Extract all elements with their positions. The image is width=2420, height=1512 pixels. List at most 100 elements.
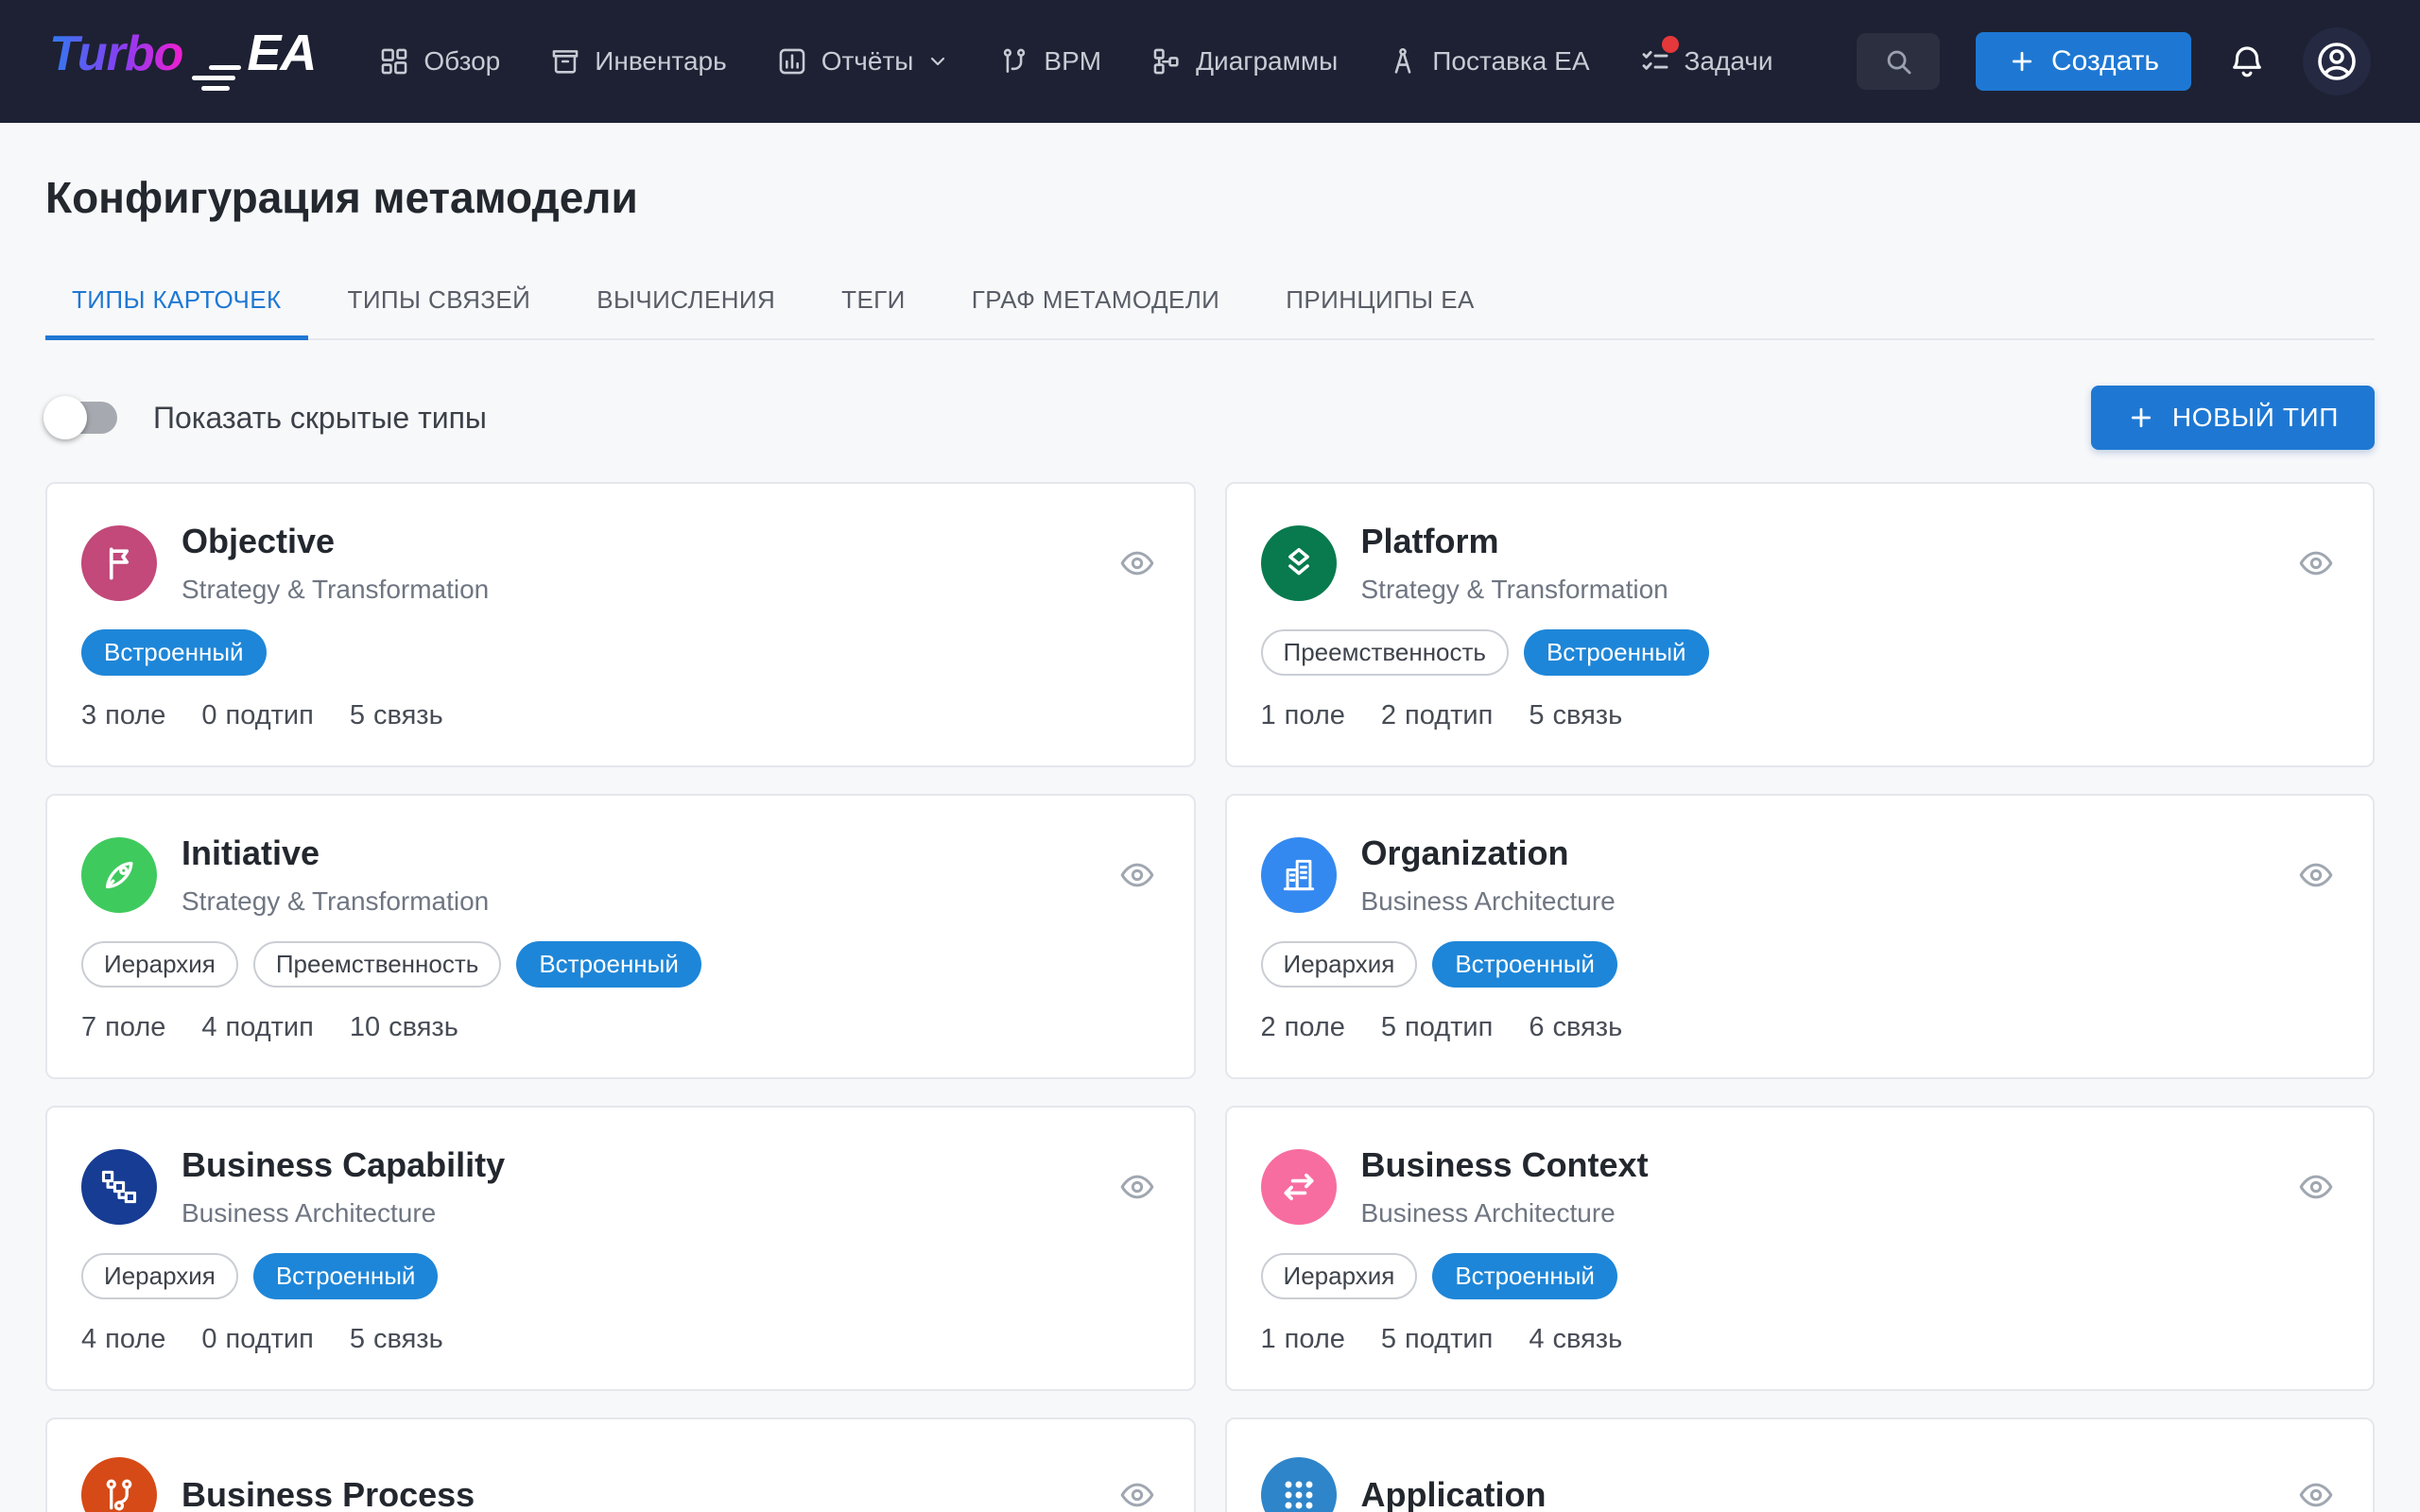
orgchart-icon bbox=[81, 1149, 157, 1225]
page-title: Конфигурация метамодели bbox=[45, 123, 2375, 223]
visibility-button[interactable] bbox=[1118, 1476, 1156, 1512]
stat-item: 4подтип bbox=[201, 1012, 313, 1043]
card-subtitle: Strategy & Transformation bbox=[1361, 575, 1668, 605]
card-title: Application bbox=[1361, 1475, 1547, 1512]
nav-item-label: Инвентарь bbox=[595, 46, 726, 77]
show-hidden-types-toggle[interactable] bbox=[45, 395, 125, 440]
nav-item-reports[interactable]: Отчёты bbox=[776, 45, 950, 77]
stat-item: 7поле bbox=[81, 1012, 165, 1043]
search-button[interactable] bbox=[1857, 33, 1940, 90]
tab-tags[interactable]: ТЕГИ bbox=[815, 266, 932, 340]
notifications-button[interactable] bbox=[2227, 42, 2267, 81]
archive-icon bbox=[549, 45, 581, 77]
flag-icon bbox=[81, 525, 157, 601]
card-badges: ПреемственностьВстроенный bbox=[1261, 629, 2336, 676]
badge: Иерархия bbox=[81, 1253, 238, 1299]
eye-icon bbox=[2297, 1168, 2335, 1206]
report-icon bbox=[776, 45, 808, 77]
stat-item: 2подтип bbox=[1381, 700, 1493, 731]
arrows-icon bbox=[1261, 1149, 1337, 1225]
badge: Встроенный bbox=[1524, 629, 1709, 676]
badge: Встроенный bbox=[1432, 1253, 1617, 1299]
card-subtitle: Strategy & Transformation bbox=[182, 886, 489, 917]
badge: Встроенный bbox=[253, 1253, 439, 1299]
card-subtitle: Business Architecture bbox=[1361, 1198, 1649, 1228]
stat-item: 10связь bbox=[350, 1012, 458, 1043]
nav-item-bpm[interactable]: BPM bbox=[998, 45, 1101, 77]
stat-item: 4связь bbox=[1529, 1324, 1622, 1355]
visibility-button[interactable] bbox=[1118, 1168, 1156, 1206]
stat-item: 1поле bbox=[1261, 700, 1345, 731]
logo-speed-lines-icon bbox=[192, 65, 241, 91]
tab-ea-principles[interactable]: ПРИНЦИПЫ EA bbox=[1259, 266, 1500, 340]
account-icon bbox=[2314, 39, 2360, 84]
grid-dots-icon bbox=[1261, 1457, 1337, 1512]
account-button[interactable] bbox=[2303, 27, 2371, 95]
card-title: Initiative bbox=[182, 833, 489, 873]
nav-item-label: BPM bbox=[1044, 46, 1101, 77]
create-button[interactable]: Создать bbox=[1976, 32, 2191, 91]
stat-item: 5связь bbox=[350, 1324, 443, 1355]
card-title: Platform bbox=[1361, 522, 1668, 561]
tab-relation-types[interactable]: ТИПЫ СВЯЗЕЙ bbox=[321, 266, 558, 340]
card-title: Objective bbox=[182, 522, 489, 561]
logo-ea-text: EA bbox=[247, 24, 316, 82]
card-title: Business Capability bbox=[182, 1145, 505, 1185]
tab-metamodel-graph[interactable]: ГРАФ МЕТАМОДЕЛИ bbox=[945, 266, 1247, 340]
card-stats: 7поле 4подтип 10связь bbox=[81, 1012, 1156, 1043]
plus-icon bbox=[2127, 404, 2155, 432]
visibility-button[interactable] bbox=[1118, 544, 1156, 582]
eye-icon bbox=[2297, 544, 2335, 582]
card-badges: Встроенный bbox=[81, 629, 1156, 676]
stat-item: 5связь bbox=[350, 700, 443, 731]
visibility-button[interactable] bbox=[2297, 1476, 2335, 1512]
main-content: Конфигурация метамодели ТИПЫ КАРТОЧЕК ТИ… bbox=[0, 123, 2420, 1512]
main-navigation: Обзор Инвентарь Отчёты BPM Диаграммы Пос… bbox=[378, 45, 1838, 77]
card-type-card[interactable]: Business Process bbox=[45, 1418, 1196, 1512]
nav-item-tasks[interactable]: Задачи bbox=[1639, 45, 1773, 77]
card-type-card[interactable]: Platform Strategy & Transformation Преем… bbox=[1225, 482, 2376, 767]
visibility-button[interactable] bbox=[2297, 1168, 2335, 1206]
card-type-card[interactable]: Application bbox=[1225, 1418, 2376, 1512]
card-type-card[interactable]: Initiative Strategy & Transformation Иер… bbox=[45, 794, 1196, 1079]
card-type-card[interactable]: Organization Business Architecture Иерар… bbox=[1225, 794, 2376, 1079]
compass-icon bbox=[1387, 45, 1419, 77]
visibility-button[interactable] bbox=[2297, 856, 2335, 894]
card-stats: 1поле2подтип5связь bbox=[1261, 700, 2336, 731]
nav-item-label: Задачи bbox=[1685, 46, 1773, 77]
badge: Иерархия bbox=[1261, 941, 1418, 988]
badge: Встроенный bbox=[516, 941, 701, 988]
visibility-button[interactable] bbox=[2297, 544, 2335, 582]
stat-item: 5подтип bbox=[1381, 1324, 1493, 1355]
card-stats: 2поле5подтип6связь bbox=[1261, 1012, 2336, 1043]
card-type-card[interactable]: Objective Strategy & Transformation Встр… bbox=[45, 482, 1196, 767]
card-badges: ИерархияПреемственностьВстроенный bbox=[81, 941, 1156, 988]
stat-item: 4поле bbox=[81, 1324, 165, 1355]
nav-item-inventory[interactable]: Инвентарь bbox=[549, 45, 726, 77]
tab-card-types[interactable]: ТИПЫ КАРТОЧЕК bbox=[45, 266, 308, 340]
logo-turbo-text: Turbo bbox=[49, 26, 182, 82]
card-type-card[interactable]: Business Capability Business Architectur… bbox=[45, 1106, 1196, 1391]
nav-item-ea-delivery[interactable]: Поставка EA bbox=[1387, 45, 1589, 77]
tab-calculations[interactable]: ВЫЧИСЛЕНИЯ bbox=[570, 266, 802, 340]
badge: Иерархия bbox=[1261, 1253, 1418, 1299]
nav-item-diagrams[interactable]: Диаграммы bbox=[1150, 45, 1338, 77]
visibility-button[interactable] bbox=[1118, 856, 1156, 894]
card-stats: 1поле5подтип4связь bbox=[1261, 1324, 2336, 1355]
toggle-label: Показать скрытые типы bbox=[153, 401, 487, 436]
eye-icon bbox=[1118, 544, 1156, 582]
building-icon bbox=[1261, 837, 1337, 913]
nav-item-label: Отчёты bbox=[821, 46, 914, 77]
card-subtitle: Strategy & Transformation bbox=[182, 575, 489, 605]
new-type-button[interactable]: НОВЫЙ ТИП bbox=[2091, 386, 2375, 450]
route-icon bbox=[81, 1457, 157, 1512]
app-logo[interactable]: Turbo EA bbox=[49, 24, 316, 100]
nav-item-label: Диаграммы bbox=[1196, 46, 1338, 77]
nav-item-label: Обзор bbox=[424, 46, 500, 77]
tab-bar: ТИПЫ КАРТОЧЕК ТИПЫ СВЯЗЕЙ ВЫЧИСЛЕНИЯ ТЕГ… bbox=[45, 266, 2375, 340]
card-type-card[interactable]: Business Context Business Architecture И… bbox=[1225, 1106, 2376, 1391]
nav-item-label: Поставка EA bbox=[1432, 46, 1589, 77]
nav-item-overview[interactable]: Обзор bbox=[378, 45, 500, 77]
badge: Встроенный bbox=[1432, 941, 1617, 988]
card-stats: 4поле0подтип5связь bbox=[81, 1324, 1156, 1355]
